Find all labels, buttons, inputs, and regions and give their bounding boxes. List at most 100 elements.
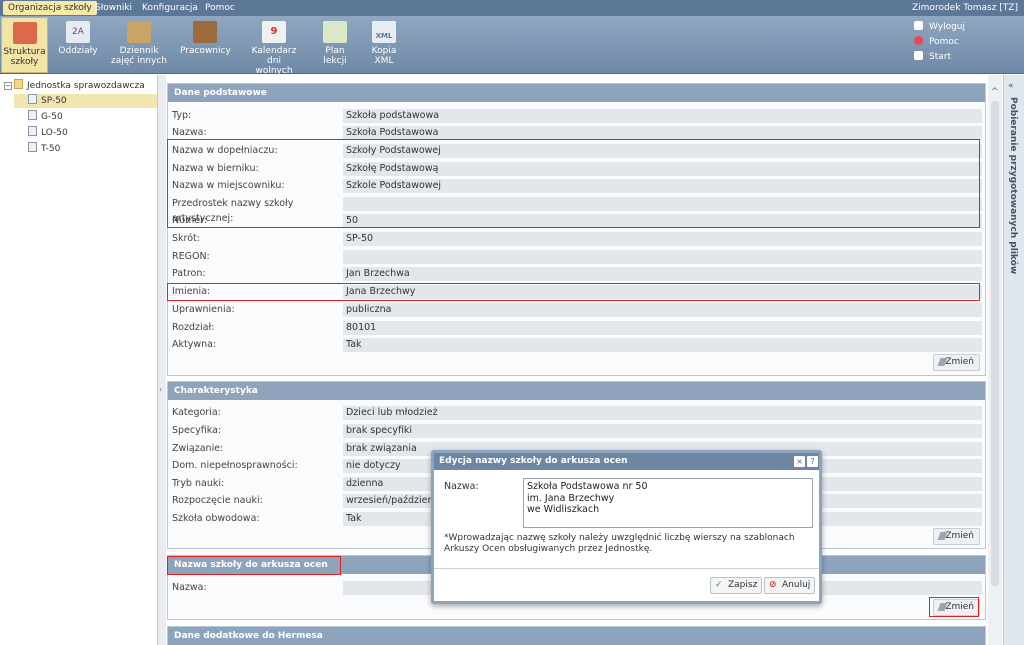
change-label: Zmień: [945, 602, 974, 612]
cancel-button[interactable]: ⊘ Anuluj: [764, 577, 816, 594]
field-value: Szkole Podstawowej: [343, 179, 982, 193]
toolbar-button-label: Oddziały: [58, 46, 98, 56]
tree-item-label: G-50: [41, 112, 63, 122]
field-row: Uprawnienia: publiczna: [172, 302, 982, 317]
logout-link[interactable]: Wyloguj: [914, 20, 1024, 35]
field-row: Kategoria: Dzieci lub młodzież: [172, 405, 982, 420]
field-label: Związanie:: [172, 443, 224, 454]
tree-item-lo-50[interactable]: LO-50: [28, 126, 68, 140]
school-icon: [28, 110, 37, 120]
field-value: 50: [343, 214, 982, 228]
toolbar-dziennik-button[interactable]: Dziennik zajęć innych: [110, 17, 168, 73]
calendar-icon: 9: [262, 21, 286, 43]
journal-icon: [127, 21, 151, 43]
tree-item-label: LO-50: [41, 128, 68, 138]
lifebuoy-icon: [914, 36, 923, 45]
collapse-left-icon[interactable]: ‹: [159, 385, 162, 394]
menu-organizacja-szkoly[interactable]: Organizacja szkoły: [3, 1, 97, 15]
field-row: Aktywna: Tak: [172, 337, 982, 352]
toolbar-struktura-szkoly-button[interactable]: Struktura szkoły: [1, 17, 48, 73]
toolbar-button-label: Dziennik zajęć innych: [111, 46, 167, 66]
menu-pomoc[interactable]: Pomoc: [200, 1, 240, 15]
field-label: Uprawnienia:: [172, 304, 235, 315]
field-value: brak specyfiki: [343, 424, 982, 438]
field-label: Aktywna:: [172, 339, 217, 350]
logout-label: Wyloguj: [929, 22, 965, 32]
panel-basic-data: Dane podstawowe Typ: Szkoła podstawowa Na…: [167, 83, 986, 376]
menu-konfiguracja[interactable]: Konfiguracja: [137, 1, 203, 15]
field-row: Typ: Szkoła podstawowa: [172, 108, 982, 123]
home-icon: [914, 51, 923, 60]
dialog-name-label: Nazwa:: [444, 481, 479, 492]
xml-file-icon: XML: [372, 21, 396, 43]
edit-report-name-dialog: Edycja nazwy szkoły do arkusza ocen × ? …: [431, 450, 822, 604]
menu-slowniki[interactable]: Słowniki: [90, 1, 137, 15]
field-row: Rozdział: 80101: [172, 320, 982, 335]
expand-panel-icon[interactable]: «: [1008, 81, 1014, 91]
classes-icon: 2A: [66, 21, 90, 43]
toolbar-button-label: Struktura szkoły: [3, 47, 46, 67]
field-row: Imienia: Jana Brzechwy: [172, 284, 982, 299]
collapse-icon[interactable]: −: [4, 82, 12, 90]
basic-data-change-button[interactable]: Zmień: [933, 354, 980, 371]
report-name-change-button[interactable]: Zmień: [933, 599, 980, 616]
field-label: Specyfika:: [172, 425, 222, 436]
field-value: Szkoła podstawowa: [343, 109, 982, 123]
field-row: Nazwa w bierniku: Szkołę Podstawową: [172, 161, 982, 176]
field-row: Nazwa w miejscowniku: Szkole Podstawowej: [172, 178, 982, 193]
school-structure-icon: [12, 22, 37, 44]
tree-root[interactable]: − Jednostka sprawozdawcza: [4, 79, 145, 93]
save-label: Zapisz: [728, 580, 758, 590]
tree-item-sp-50[interactable]: SP-50: [14, 94, 157, 108]
school-icon: [28, 142, 37, 152]
field-label: Rozdział:: [172, 322, 215, 333]
field-row: REGON:: [172, 249, 982, 264]
toolbar-oddzialy-button[interactable]: 2A Oddziały: [56, 17, 100, 73]
field-label: Nazwa:: [172, 582, 207, 593]
toolbar-plan-lekcji-button[interactable]: Plan lekcji: [318, 17, 352, 73]
briefcase-icon: [193, 21, 217, 43]
school-name-textarea[interactable]: Szkoła Podstawowa nr 50 im. Jana Brzechw…: [523, 478, 813, 528]
field-label: Imienia:: [172, 286, 211, 297]
logout-icon: [914, 21, 923, 30]
dialog-note: *Wprowadzając nazwę szkoły należy uwzglę…: [444, 533, 795, 554]
field-label: REGON:: [172, 251, 210, 262]
vertical-scrollbar[interactable]: ^: [988, 75, 1002, 645]
change-label: Zmień: [945, 357, 974, 367]
field-row: Nazwa: Szkoła Podstawowa: [172, 125, 982, 140]
field-row: Patron: Jan Brzechwa: [172, 266, 982, 281]
panel-title: Charakterystyka: [168, 382, 985, 400]
folder-icon: [14, 79, 23, 89]
start-label: Start: [929, 52, 951, 62]
toolbar-kopia-xml-button[interactable]: XML Kopia XML: [366, 17, 402, 73]
start-link[interactable]: Start: [914, 50, 1024, 65]
characteristics-change-button[interactable]: Zmień: [933, 528, 980, 545]
toolbar-pracownicy-button[interactable]: Pracownicy: [180, 17, 231, 73]
checkmark-icon: ✓: [715, 580, 723, 590]
side-panel-label: Pobieranie przygotowanych plików: [1008, 97, 1018, 275]
field-label: Nazwa:: [172, 127, 207, 138]
field-value: publiczna: [343, 303, 982, 317]
files-side-panel[interactable]: « Pobieranie przygotowanych plików: [1003, 75, 1024, 645]
field-label: Dom. niepełnosprawności:: [172, 460, 298, 471]
tree-item-t-50[interactable]: T-50: [28, 142, 60, 156]
save-button[interactable]: ✓ Zapisz: [710, 577, 763, 594]
field-value: [343, 250, 982, 264]
scroll-up-icon[interactable]: ^: [991, 87, 999, 97]
close-icon[interactable]: ×: [794, 456, 805, 467]
help-icon[interactable]: ?: [807, 456, 818, 467]
toolbar-kalendarz-button[interactable]: 9 Kalendarz dni wolnych: [244, 17, 304, 76]
toolbar-button-label: Pracownicy: [180, 46, 231, 56]
toolbar-button-label: Kalendarz dni wolnych: [251, 46, 297, 76]
tree-item-g-50[interactable]: G-50: [28, 110, 63, 124]
field-value: Szkoły Podstawowej: [343, 144, 982, 158]
field-row: Specyfika: brak specyfiki: [172, 423, 982, 438]
field-row: Numer: 50: [172, 213, 982, 228]
help-link[interactable]: Pomoc: [914, 35, 1024, 50]
field-row: Nazwa w dopełniaczu: Szkoły Podstawowej: [172, 143, 982, 158]
scrollbar-thumb[interactable]: [991, 101, 999, 586]
toolbar: Struktura szkoły 2A Oddziały Dziennik za…: [0, 16, 1024, 76]
splitter[interactable]: ‹: [158, 75, 166, 645]
tree-root-label: Jednostka sprawozdawcza: [27, 81, 145, 91]
toolbar-button-label: Plan lekcji: [323, 46, 347, 66]
